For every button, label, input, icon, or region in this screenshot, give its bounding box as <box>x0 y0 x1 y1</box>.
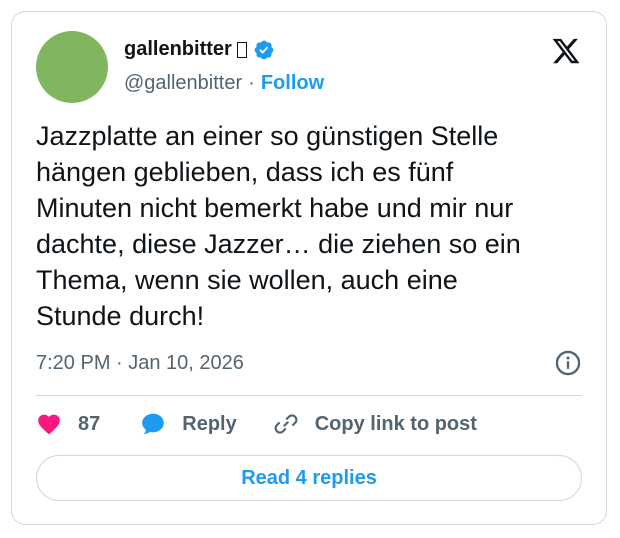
action-bar: 87 Reply Copy link to post <box>36 408 477 440</box>
author-name-row[interactable]: gallenbitter <box>124 38 275 61</box>
author-display-name[interactable]: gallenbitter <box>124 38 232 61</box>
info-icon[interactable] <box>554 349 582 377</box>
copy-link-label: Copy link to post <box>314 412 477 435</box>
speech-bubble-icon <box>142 413 165 434</box>
missing-glyph-icon <box>236 41 247 58</box>
divider <box>36 395 582 396</box>
read-replies-button[interactable]: Read 4 replies <box>36 455 582 501</box>
tweet-text: Jazzplatte an einer so günstigen Stelle … <box>36 121 521 331</box>
heart-icon <box>38 414 60 435</box>
reply-button[interactable]: Reply <box>140 411 237 437</box>
avatar[interactable] <box>36 31 108 103</box>
separator-dot: · <box>248 72 255 94</box>
copy-link-button[interactable]: Copy link to post <box>273 411 477 437</box>
like-button[interactable]: 87 <box>36 411 140 437</box>
tweet-timestamp[interactable]: 7:20 PM · Jan 10, 2026 <box>36 352 244 375</box>
author-handle-row: @gallenbitter · Follow <box>124 72 324 95</box>
follow-button[interactable]: Follow <box>261 72 324 95</box>
verified-badge-icon <box>254 40 274 59</box>
reply-label: Reply <box>182 412 237 435</box>
link-icon <box>274 414 298 434</box>
like-count: 87 <box>78 412 101 435</box>
tweet-card: gallenbitter @gallenbitter · Follow Jazz… <box>11 11 607 525</box>
author-handle[interactable]: @gallenbitter <box>124 72 242 95</box>
x-logo-icon[interactable] <box>550 36 582 66</box>
